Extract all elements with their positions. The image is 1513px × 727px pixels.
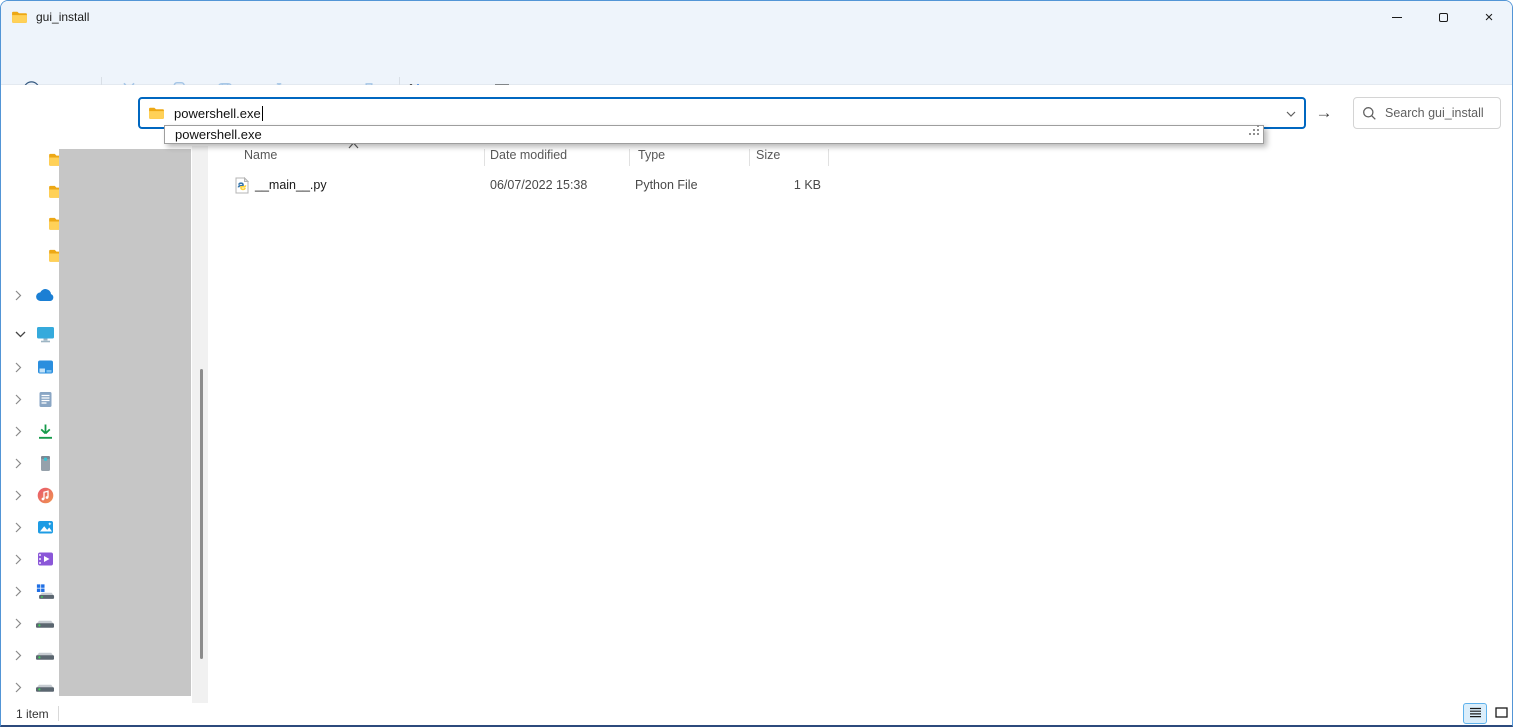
desktop-icon xyxy=(35,359,55,375)
drive-icon xyxy=(35,617,55,629)
column-separator[interactable] xyxy=(828,149,829,166)
column-header-name[interactable]: Name xyxy=(244,148,277,162)
chevron-right-icon[interactable] xyxy=(15,554,27,565)
file-date-modified: 06/07/2022 15:38 xyxy=(490,178,587,192)
drive-icon xyxy=(35,681,55,693)
item-count: 1 item xyxy=(16,707,49,721)
chevron-right-icon[interactable] xyxy=(15,618,27,629)
large-icons-view-toggle-button[interactable] xyxy=(1489,703,1513,724)
sidebar-scrollbar-thumb[interactable] xyxy=(200,369,203,659)
search-box[interactable] xyxy=(1353,97,1501,129)
column-separator[interactable] xyxy=(629,149,630,166)
documents-icon xyxy=(35,391,55,408)
titlebar: gui_install × xyxy=(1,1,1512,33)
this-pc-monitor-icon xyxy=(35,326,55,343)
pictures-icon xyxy=(35,519,55,535)
column-separator[interactable] xyxy=(484,149,485,166)
column-header-date-modified[interactable]: Date modified xyxy=(490,148,567,162)
text-caret xyxy=(262,106,263,121)
address-dropdown-chevron-icon[interactable] xyxy=(1286,104,1296,122)
chevron-right-icon[interactable] xyxy=(15,522,27,533)
drive-icon xyxy=(35,649,55,661)
file-name: __main__.py xyxy=(255,178,327,192)
go-arrow-icon: → xyxy=(1316,103,1333,123)
address-autocomplete-dropdown: powershell.exe xyxy=(164,125,1264,144)
file-explorer-window: gui_install × New xyxy=(0,0,1513,727)
onedrive-cloud-icon xyxy=(35,289,55,302)
search-input[interactable] xyxy=(1385,106,1497,120)
downloads-icon xyxy=(35,423,55,440)
chevron-right-icon[interactable] xyxy=(15,682,27,693)
status-bar: 1 item xyxy=(1,703,1512,726)
file-type: Python File xyxy=(635,178,698,192)
window-title: gui_install xyxy=(36,10,89,24)
device-icon xyxy=(35,455,55,472)
minimize-button[interactable] xyxy=(1374,1,1420,33)
chevron-right-icon[interactable] xyxy=(15,586,27,597)
folder-icon xyxy=(11,10,28,24)
windows-drive-icon xyxy=(35,583,55,600)
column-separator[interactable] xyxy=(749,149,750,166)
music-icon xyxy=(35,487,55,504)
file-size: 1 KB xyxy=(751,178,821,192)
go-to-address-button[interactable]: → xyxy=(1308,97,1340,129)
chevron-right-icon[interactable] xyxy=(15,650,27,661)
chevron-right-icon[interactable] xyxy=(15,426,27,437)
resize-grip-icon[interactable] xyxy=(1249,123,1260,141)
large-icons-view-icon xyxy=(1495,705,1508,723)
autocomplete-suggestion[interactable]: powershell.exe xyxy=(165,127,262,142)
details-view-toggle-button[interactable] xyxy=(1463,703,1487,724)
file-list: Name Date modified Type Size xyxy=(209,146,1513,703)
details-view-icon xyxy=(1469,705,1482,723)
redaction-overlay xyxy=(59,149,191,696)
chevron-right-icon[interactable] xyxy=(15,458,27,469)
chevron-down-icon[interactable] xyxy=(15,331,27,338)
file-row[interactable]: __main__.py 06/07/2022 15:38 Python File… xyxy=(209,173,849,199)
close-button[interactable]: × xyxy=(1466,1,1512,33)
column-header-type[interactable]: Type xyxy=(638,148,665,162)
videos-icon xyxy=(35,551,55,567)
search-icon xyxy=(1362,106,1377,121)
command-toolbar: New Sort xyxy=(1,33,1512,85)
maximize-button[interactable] xyxy=(1420,1,1466,33)
chevron-right-icon[interactable] xyxy=(15,290,27,301)
chevron-right-icon[interactable] xyxy=(15,394,27,405)
chevron-right-icon[interactable] xyxy=(15,362,27,373)
status-separator xyxy=(58,706,59,721)
python-file-icon xyxy=(234,177,250,199)
chevron-right-icon[interactable] xyxy=(15,490,27,501)
column-header-size[interactable]: Size xyxy=(756,148,780,162)
folder-icon xyxy=(148,106,165,120)
address-input[interactable]: powershell.exe xyxy=(174,106,261,121)
